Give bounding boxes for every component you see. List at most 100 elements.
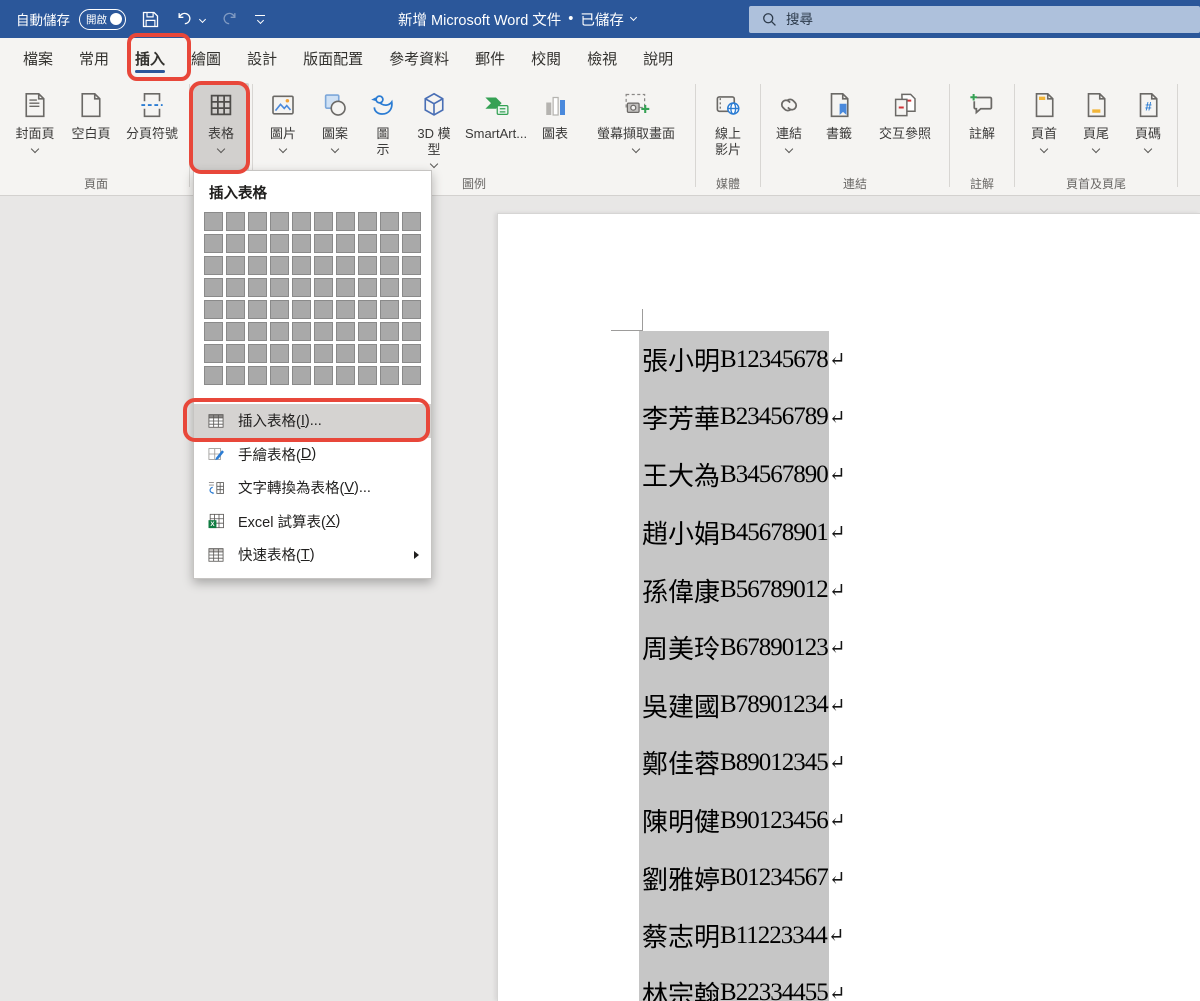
document-line[interactable]: 王大為 B34567890 ↵ [639, 446, 845, 504]
table-grid-cell[interactable] [336, 278, 355, 297]
tab-view[interactable]: 檢視 [574, 38, 630, 78]
menu-item-excel-spreadsheet[interactable]: X Excel 試算表(X) [194, 505, 431, 539]
table-grid-cell[interactable] [204, 300, 223, 319]
cross-reference-button[interactable]: 交互參照 [864, 83, 946, 171]
table-grid-cell[interactable] [358, 234, 377, 253]
page-number-button[interactable]: # 頁碼 [1122, 83, 1174, 171]
document-line[interactable]: 李芳華 B23456789 ↵ [639, 388, 845, 447]
table-grid-cell[interactable] [248, 366, 267, 385]
table-grid-cell[interactable] [336, 234, 355, 253]
table-grid-cell[interactable] [226, 256, 245, 275]
chart-button[interactable]: 圖表 [530, 83, 580, 171]
online-video-button[interactable]: 線上 影片 [699, 83, 757, 171]
table-grid-cell[interactable] [270, 212, 289, 231]
link-button[interactable]: 連結 [764, 83, 814, 171]
undo-button[interactable] [175, 9, 207, 29]
table-grid-cell[interactable] [402, 212, 421, 231]
tab-help[interactable]: 說明 [630, 38, 686, 78]
pictures-button[interactable]: 圖片 [256, 83, 310, 171]
3d-models-button[interactable]: 3D 模 型 [406, 83, 462, 171]
table-grid-cell[interactable] [204, 344, 223, 363]
table-grid-cell[interactable] [380, 344, 399, 363]
tab-insert[interactable]: 插入 [122, 38, 178, 78]
table-grid-cell[interactable] [336, 322, 355, 341]
menu-item-quick-tables[interactable]: 快速表格(T) [194, 538, 431, 572]
document-page[interactable]: 張小明 B12345678 ↵ 李芳華 B23456789 ↵ 王大為 B34567890 ↵ 趙… [497, 213, 1200, 1001]
document-line[interactable]: 孫偉康 B56789012 ↵ [639, 561, 845, 619]
document-line[interactable]: 劉雅婷 B01234567 ↵ [639, 849, 845, 907]
table-grid-cell[interactable] [292, 212, 311, 231]
table-grid-cell[interactable] [270, 344, 289, 363]
footer-button[interactable]: 頁尾 [1070, 83, 1122, 171]
table-grid-cell[interactable] [380, 256, 399, 275]
table-grid-cell[interactable] [380, 212, 399, 231]
table-grid-cell[interactable] [204, 278, 223, 297]
menu-item-draw-table[interactable]: 手繪表格(D) [194, 438, 431, 472]
table-grid-cell[interactable] [358, 366, 377, 385]
search-input[interactable] [786, 12, 1146, 27]
table-grid-cell[interactable] [204, 366, 223, 385]
tab-layout[interactable]: 版面配置 [290, 38, 376, 78]
table-grid-cell[interactable] [204, 212, 223, 231]
table-grid-cell[interactable] [402, 278, 421, 297]
header-button[interactable]: 頁首 [1018, 83, 1070, 171]
table-grid-cell[interactable] [292, 366, 311, 385]
table-grid-cell[interactable] [292, 322, 311, 341]
search-box[interactable] [749, 6, 1200, 33]
table-grid-cell[interactable] [402, 256, 421, 275]
table-grid-cell[interactable] [292, 344, 311, 363]
table-grid-cell[interactable] [248, 300, 267, 319]
document-line[interactable]: 蔡志明 B11223344 ↵ [639, 906, 845, 965]
save-button[interactable] [140, 9, 161, 30]
table-grid-cell[interactable] [248, 278, 267, 297]
table-grid-cell[interactable] [314, 322, 333, 341]
table-grid-cell[interactable] [402, 234, 421, 253]
menu-item-insert-table[interactable]: 插入表格(I)... [194, 404, 431, 438]
table-grid-cell[interactable] [314, 300, 333, 319]
table-grid-cell[interactable] [402, 366, 421, 385]
tab-home[interactable]: 常用 [66, 38, 122, 78]
table-grid-cell[interactable] [358, 256, 377, 275]
document-line[interactable]: 張小明 B12345678 ↵ [639, 331, 845, 389]
table-grid-cell[interactable] [380, 322, 399, 341]
table-grid-cell[interactable] [380, 366, 399, 385]
table-grid-cell[interactable] [358, 344, 377, 363]
table-grid-cell[interactable] [358, 300, 377, 319]
smartart-button[interactable]: SmartArt... [462, 83, 530, 171]
table-grid-cell[interactable] [292, 278, 311, 297]
tab-review[interactable]: 校閱 [518, 38, 574, 78]
table-grid-cell[interactable] [336, 212, 355, 231]
menu-item-convert-text-to-table[interactable]: 文字轉換為表格(V)... [194, 471, 431, 505]
document-line[interactable]: 吳建國 B78901234 ↵ [639, 676, 845, 735]
table-grid-cell[interactable] [336, 256, 355, 275]
screenshot-button[interactable]: 螢幕擷取畫面 [580, 83, 692, 171]
document-line[interactable]: 周美玲 B67890123 ↵ [639, 618, 845, 677]
table-grid-cell[interactable] [380, 278, 399, 297]
table-grid-cell[interactable] [226, 212, 245, 231]
autosave-toggle[interactable]: 開啟 [79, 8, 126, 30]
table-grid-cell[interactable] [270, 278, 289, 297]
redo-button[interactable] [219, 9, 239, 29]
table-grid-cell[interactable] [292, 256, 311, 275]
table-grid-cell[interactable] [226, 322, 245, 341]
document-line[interactable]: 鄭佳蓉 B89012345 ↵ [639, 734, 845, 792]
table-grid-cell[interactable] [226, 344, 245, 363]
table-grid-cell[interactable] [314, 278, 333, 297]
table-grid-cell[interactable] [248, 256, 267, 275]
table-grid-cell[interactable] [402, 322, 421, 341]
table-grid-cell[interactable] [314, 366, 333, 385]
table-grid-cell[interactable] [270, 234, 289, 253]
table-grid-cell[interactable] [270, 300, 289, 319]
table-grid-cell[interactable] [226, 234, 245, 253]
table-grid-cell[interactable] [248, 322, 267, 341]
table-grid-cell[interactable] [292, 234, 311, 253]
document-line[interactable]: 陳明健 B90123456 ↵ [639, 791, 845, 850]
table-grid-cell[interactable] [314, 344, 333, 363]
tab-draw[interactable]: 繪圖 [178, 38, 234, 78]
table-grid-cell[interactable] [226, 300, 245, 319]
customize-qat-button[interactable] [255, 15, 265, 25]
table-grid-cell[interactable] [336, 300, 355, 319]
table-grid-cell[interactable] [336, 344, 355, 363]
table-grid-cell[interactable] [204, 322, 223, 341]
table-grid-cell[interactable] [270, 366, 289, 385]
